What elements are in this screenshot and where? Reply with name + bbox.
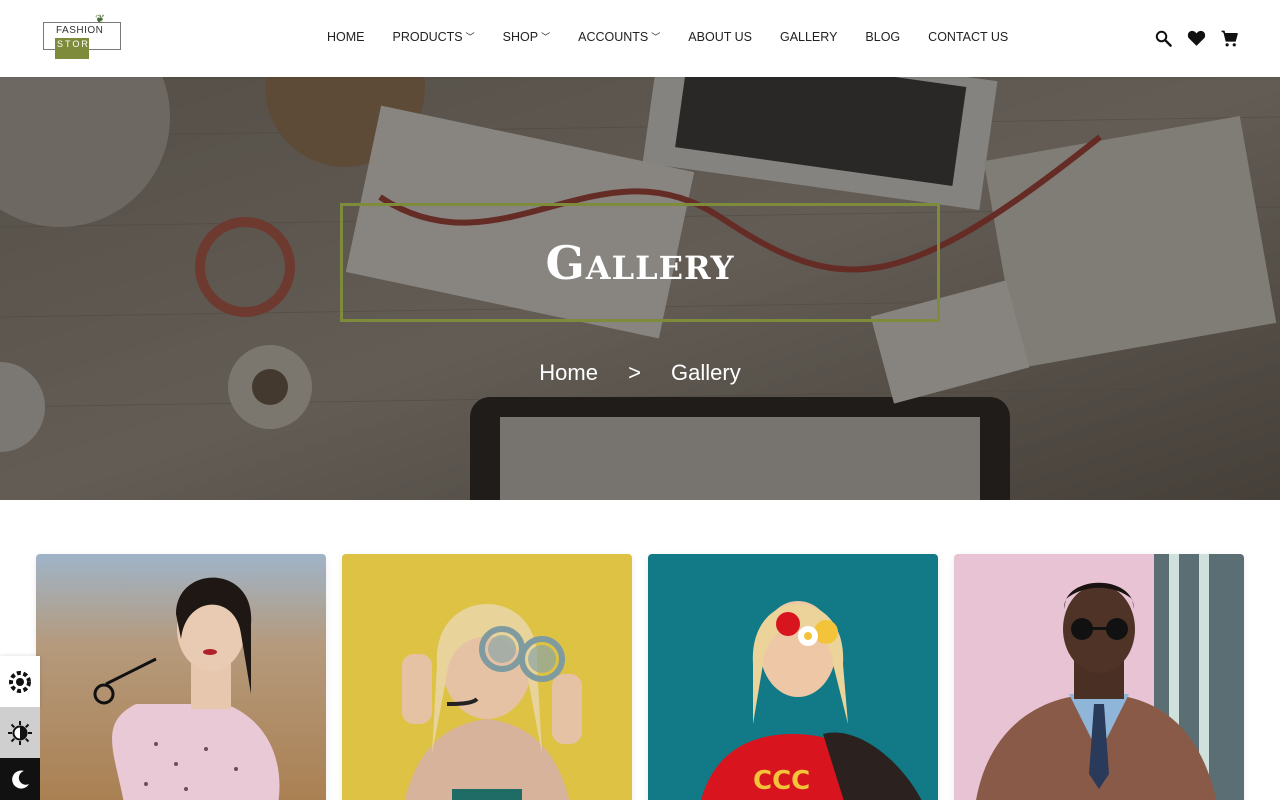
chevron-down-icon: ﹀ (465, 31, 475, 42)
chevron-down-icon: ﹀ (541, 31, 551, 42)
nav-gallery-label: GALLERY (779, 30, 838, 44)
breadcrumb-home-link[interactable]: Home (539, 360, 598, 385)
main-nav: HOME PRODUCTS ﹀ SHOP ﹀ ACCOUNTS ﹀ ABOUT US … (327, 30, 1036, 44)
breadcrumb-separator: > (628, 360, 641, 385)
logo-leaf-icon: ❦ (95, 12, 106, 26)
site-header: ❦ FASHION STORE HOME PRODUCTS ﹀ SHOP ﹀ ACC… (0, 0, 1280, 77)
page-title: Gallery (545, 235, 735, 290)
nav-about-label: ABOUT US (688, 30, 752, 44)
gallery-image-2[interactable] (342, 554, 632, 800)
breadcrumb: Home > Gallery (0, 360, 1280, 386)
moon-icon[interactable] (0, 758, 40, 800)
photo-model-teal-background: CCC (648, 554, 938, 800)
settings-icon[interactable] (0, 656, 40, 707)
breadcrumb-current: Gallery (671, 360, 741, 385)
photo-model-yellow-wall (342, 554, 632, 800)
nav-home-label: HOME (327, 30, 365, 44)
page-title-box: Gallery (340, 203, 940, 322)
svg-text:CCC: CCC (753, 766, 810, 796)
nav-about-us[interactable]: ABOUT US (688, 30, 752, 44)
nav-contact-us[interactable]: CONTACT US (928, 30, 1008, 44)
photo-model-leather-jacket (954, 554, 1244, 800)
page-hero: Gallery Home > Gallery (0, 77, 1280, 500)
cart-icon[interactable] (1218, 27, 1240, 49)
nav-blog[interactable]: BLOG (865, 30, 900, 44)
gallery-image-3[interactable]: CCC (648, 554, 938, 800)
logo[interactable]: ❦ FASHION STORE (43, 12, 123, 62)
nav-shop-label: SHOP (502, 30, 539, 44)
nav-contact-label: CONTACT US (928, 30, 1009, 44)
nav-gallery[interactable]: GALLERY (780, 30, 837, 44)
gallery-image-4[interactable] (954, 554, 1244, 800)
nav-accounts-label: ACCOUNTS (578, 30, 649, 44)
nav-shop[interactable]: SHOP ﹀ (503, 30, 550, 44)
nav-accounts[interactable]: ACCOUNTS ﹀ (578, 30, 660, 44)
nav-products[interactable]: PRODUCTS ﹀ (393, 30, 475, 44)
nav-home[interactable]: HOME (327, 30, 365, 44)
search-icon[interactable] (1152, 27, 1174, 49)
header-icons (1152, 27, 1251, 49)
chevron-down-icon: ﹀ (651, 31, 661, 42)
gallery-grid: CCC (36, 554, 1260, 800)
nav-blog-label: BLOG (865, 30, 901, 44)
gallery-image-1[interactable] (36, 554, 326, 800)
logo-text-store: STORE (55, 38, 96, 59)
photo-model-field (36, 554, 326, 800)
theme-switcher (0, 656, 40, 800)
nav-products-label: PRODUCTS (392, 30, 463, 44)
heart-icon[interactable] (1185, 27, 1207, 49)
logo-text-fashion: FASHION (56, 25, 104, 36)
contrast-icon[interactable] (0, 707, 40, 758)
